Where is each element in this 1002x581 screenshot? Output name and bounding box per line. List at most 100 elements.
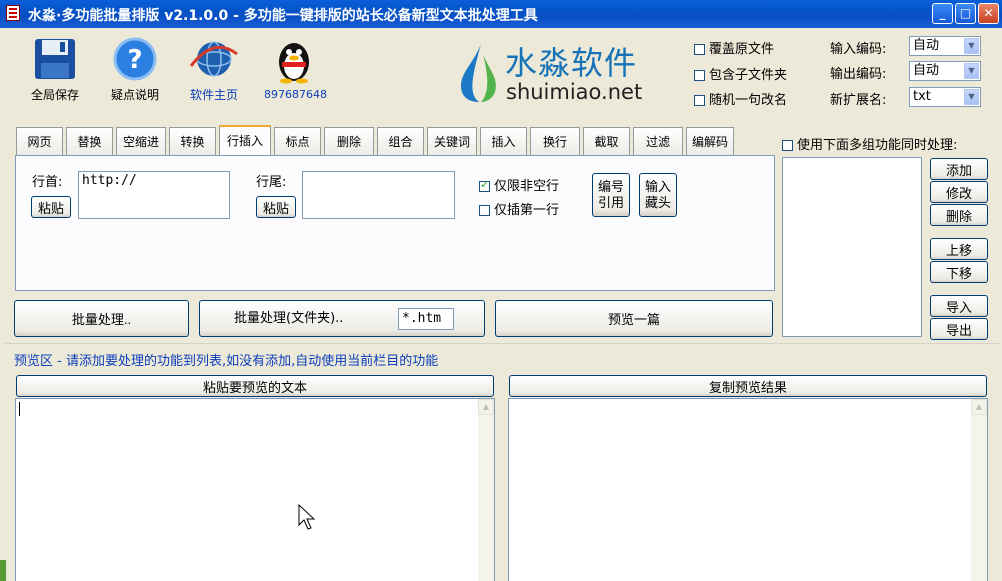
output-encoding-select[interactable]: 自动 ▼ [909, 61, 981, 81]
tab-panel-line-insert: 行首: 粘贴 http:// 行尾: 粘贴 仅限非空行 仅插第一行 编号引用 输… [15, 155, 775, 291]
overwrite-label: 覆盖原文件 [709, 42, 775, 57]
global-save-label: 全局保存 [30, 88, 79, 102]
extension-select[interactable]: txt ▼ [909, 87, 981, 107]
tab-3[interactable]: 转换 [169, 127, 216, 155]
number-quote-button[interactable]: 编号 引用 [592, 173, 630, 217]
overwrite-checkbox[interactable]: 覆盖原文件 [694, 38, 774, 57]
tab-11[interactable]: 截取 [583, 127, 630, 155]
divider [5, 343, 1000, 344]
preview-one-button[interactable]: 预览一篇 [495, 300, 773, 337]
paste-preview-text-button[interactable]: 粘贴要预览的文本 [16, 375, 494, 397]
move-up-button[interactable]: 上移 [930, 238, 988, 260]
tab-12[interactable]: 过滤 [633, 127, 683, 155]
tab-7[interactable]: 组合 [377, 127, 424, 155]
function-group-list[interactable] [782, 157, 922, 337]
include-subfolder-checkbox[interactable]: 包含子文件夹 [694, 64, 787, 83]
maximize-button[interactable]: □ [955, 3, 976, 24]
extension-label: 新扩展名: [830, 93, 887, 108]
tab-2[interactable]: 空缩进 [116, 127, 166, 155]
first-line-only-label: 仅插第一行 [494, 203, 560, 218]
scroll-up-icon[interactable]: ▲ [478, 399, 494, 415]
desktop-background [0, 560, 6, 581]
chevron-down-icon[interactable]: ▼ [964, 63, 979, 79]
multi-group-checkbox[interactable]: 使用下面多组功能同时处理: [782, 134, 957, 153]
input-encoding-select[interactable]: 自动 ▼ [909, 36, 981, 56]
scroll-up-icon[interactable]: ▲ [971, 399, 987, 415]
input-encoding-label: 输入编码: [830, 42, 887, 57]
qq-penguin-icon [279, 43, 309, 84]
checkbox-box-checked[interactable] [479, 178, 490, 192]
scrollbar[interactable]: ▲ [971, 399, 987, 581]
mouse-cursor-icon [298, 504, 316, 530]
checkbox-box[interactable] [694, 44, 705, 55]
random-rename-label: 随机一句改名 [709, 93, 788, 108]
input-encoding-value: 自动 [913, 38, 940, 53]
help-button[interactable]: ? 疑点说明 [106, 36, 164, 103]
output-encoding-label: 输出编码: [830, 67, 887, 82]
tab-9[interactable]: 插入 [480, 127, 527, 155]
number-quote-line1: 编号 [597, 179, 624, 194]
global-save-button[interactable]: 全局保存 [26, 36, 84, 103]
nonempty-only-checkbox[interactable]: 仅限非空行 [479, 175, 559, 194]
input-acrostic-line1: 输入 [644, 179, 671, 194]
checkbox-box[interactable] [694, 95, 705, 106]
batch-process-button[interactable]: 批量处理.. [14, 300, 189, 337]
logo-en: shuimiao.net [506, 80, 643, 104]
close-button[interactable]: ✕ [978, 3, 999, 24]
edit-group-button[interactable]: 修改 [930, 181, 988, 203]
file-pattern-input[interactable]: *.htm [398, 308, 454, 330]
line-head-label: 行首: [32, 175, 63, 190]
random-rename-checkbox[interactable]: 随机一句改名 [694, 89, 787, 108]
homepage-label: 软件主页 [189, 88, 238, 102]
tab-13[interactable]: 编解码 [686, 127, 734, 155]
line-tail-input[interactable] [302, 171, 455, 219]
app-icon[interactable] [6, 5, 20, 21]
chevron-down-icon[interactable]: ▼ [964, 89, 979, 105]
tab-1[interactable]: 替换 [66, 127, 113, 155]
preview-hint: 预览区 - 请添加要处理的功能到列表,如没有添加,自动使用当前栏目的功能 [14, 354, 439, 369]
move-down-button[interactable]: 下移 [930, 261, 988, 283]
homepage-link[interactable]: 软件主页 [184, 36, 244, 103]
input-acrostic-button[interactable]: 输入 藏头 [639, 173, 677, 217]
line-tail-label: 行尾: [256, 175, 287, 190]
paste-head-button[interactable]: 粘贴 [31, 196, 71, 218]
add-group-button[interactable]: 添加 [930, 158, 988, 180]
export-button[interactable]: 导出 [930, 318, 988, 340]
nonempty-only-label: 仅限非空行 [494, 179, 560, 194]
delete-group-button[interactable]: 删除 [930, 204, 988, 226]
scrollbar[interactable]: ▲ [478, 399, 494, 581]
input-acrostic-line2: 藏头 [644, 195, 671, 210]
first-line-only-checkbox[interactable]: 仅插第一行 [479, 199, 559, 218]
checkbox-box[interactable] [479, 205, 490, 216]
checkbox-box[interactable] [782, 140, 793, 151]
help-label: 疑点说明 [110, 88, 159, 102]
import-button[interactable]: 导入 [930, 295, 988, 317]
extension-value: txt [913, 89, 931, 104]
globe-icon [189, 41, 238, 77]
title-bar[interactable]: 水淼·多功能批量排版 v2.1.0.0 - 多功能一键排版的站长必备新型文本批处… [0, 0, 1002, 28]
number-quote-line2: 引用 [597, 195, 624, 210]
tab-6[interactable]: 删除 [324, 127, 374, 155]
checkbox-box[interactable] [694, 70, 705, 81]
preview-input-area[interactable]: ▲ [15, 398, 495, 581]
tab-5[interactable]: 标点 [274, 127, 321, 155]
minimize-button[interactable]: _ [932, 3, 953, 24]
chevron-down-icon[interactable]: ▼ [964, 38, 979, 54]
tab-10[interactable]: 换行 [530, 127, 580, 155]
tab-0[interactable]: 网页 [16, 127, 63, 155]
batch-folder-button[interactable]: 批量处理(文件夹).. *.htm [199, 300, 485, 337]
output-encoding-value: 自动 [913, 63, 940, 78]
copy-preview-result-button[interactable]: 复制预览结果 [509, 375, 987, 397]
help-icon: ? [113, 37, 157, 81]
paste-tail-button[interactable]: 粘贴 [256, 196, 296, 218]
batch-folder-label: 批量处理(文件夹).. [234, 311, 344, 326]
window-title: 水淼·多功能批量排版 v2.1.0.0 - 多功能一键排版的站长必备新型文本批处… [28, 8, 538, 24]
tab-8[interactable]: 关键词 [427, 127, 477, 155]
line-head-input[interactable]: http:// [78, 171, 230, 219]
preview-output-area[interactable]: ▲ [508, 398, 988, 581]
include-subfolder-label: 包含子文件夹 [709, 68, 788, 83]
tab-4[interactable]: 行插入 [219, 125, 271, 156]
qq-contact-link[interactable]: 897687648 [264, 36, 327, 101]
qq-number: 897687648 [264, 88, 327, 101]
svg-text:?: ? [127, 45, 142, 75]
